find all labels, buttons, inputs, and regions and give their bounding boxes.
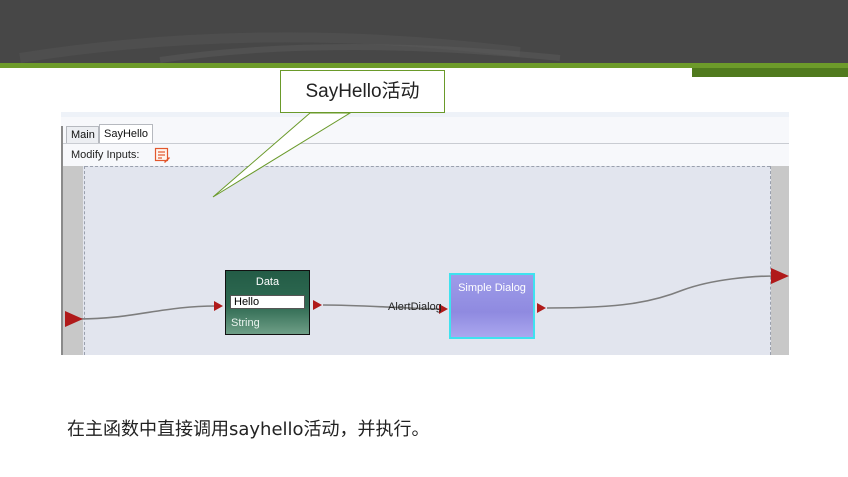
callout-sayhello-activity: SayHello活动 bbox=[280, 70, 445, 113]
slide-caption: 在主函数中直接调用sayhello活动，并执行。 bbox=[67, 419, 430, 440]
